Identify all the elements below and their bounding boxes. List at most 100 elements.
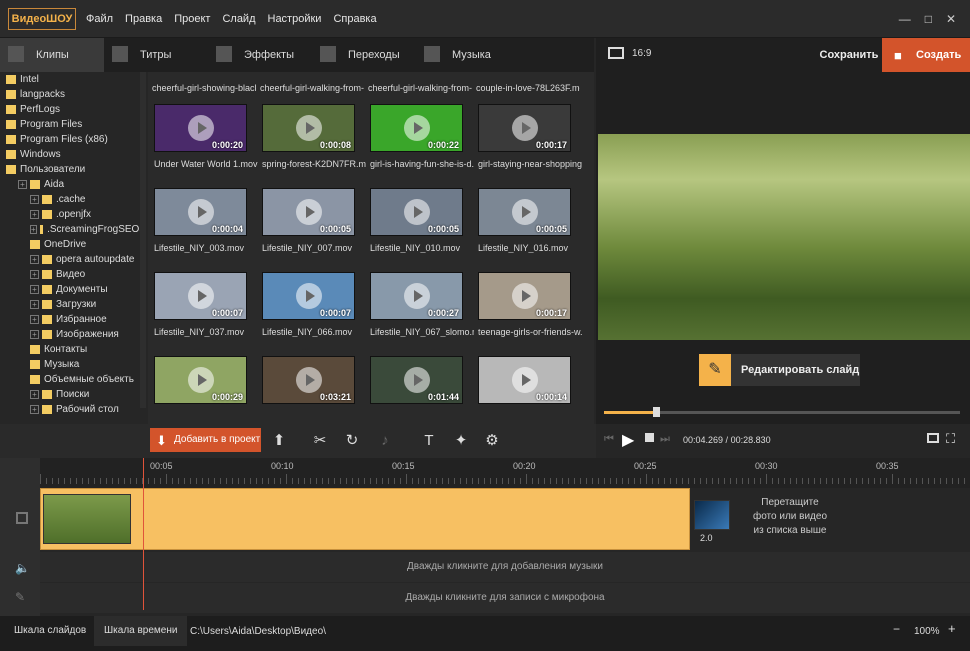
tab-slide-timeline[interactable]: Шкала слайдов [4,616,96,646]
tree-item[interactable]: langpacks [0,87,146,102]
play-icon[interactable] [512,199,538,225]
expand-icon[interactable]: + [30,270,39,279]
clip-item[interactable]: 0:03:21 [262,356,362,411]
play-icon[interactable] [188,115,214,141]
clip-thumbnail[interactable]: 0:00:27 [370,272,463,320]
tree-item[interactable]: Program Files (x86) [0,132,146,147]
tree-item[interactable]: + opera autoupdate [0,252,146,267]
tab-time-timeline[interactable]: Шкала времени [94,616,188,646]
clip-thumbnail[interactable]: 0:00:07 [262,272,355,320]
tree-item[interactable]: Windows [0,147,146,162]
expand-icon[interactable]: + [30,210,39,219]
expand-icon[interactable]: + [30,405,39,414]
tree-item[interactable]: Intel [0,72,146,87]
play-icon[interactable]: ▶ [622,430,634,450]
play-icon[interactable] [512,367,538,393]
magic-wand-icon[interactable]: ✦ [452,432,470,450]
aspect-ratio[interactable]: 16:9 [632,48,651,59]
prev-icon[interactable]: ⏮ [604,433,614,446]
tree-item[interactable]: + Загрузки [0,297,146,312]
playhead[interactable] [143,458,144,610]
mic-track[interactable]: Дважды кликните для записи с микрофона [40,583,970,613]
video-track[interactable] [40,488,690,550]
tree-item[interactable]: + Изображения [0,327,146,342]
play-icon[interactable] [512,283,538,309]
tree-item[interactable]: + .openjfx [0,207,146,222]
play-icon[interactable] [296,199,322,225]
tree-item[interactable]: OneDrive [0,237,146,252]
close-icon[interactable]: ✕ [946,12,956,26]
clip-item[interactable]: 0:00:29 [154,356,254,411]
tree-item[interactable]: + .cache [0,192,146,207]
tree-item[interactable]: + .ScreamingFrogSEOS [0,222,146,237]
clip-thumbnail[interactable]: 0:01:44 [370,356,463,404]
clip-thumbnail[interactable] [43,494,131,544]
play-icon[interactable] [404,115,430,141]
expand-icon[interactable]: + [30,225,37,234]
clip-item[interactable]: 0:00:04 Lifestile_NIY_003.mov [154,188,254,253]
play-icon[interactable] [404,367,430,393]
expand-icon[interactable]: + [30,300,39,309]
play-icon[interactable] [296,367,322,393]
tree-item[interactable]: + Aida [0,177,146,192]
clip-thumbnail[interactable]: 0:03:21 [262,356,355,404]
play-icon[interactable] [404,199,430,225]
clip-thumbnail[interactable]: 0:00:05 [478,188,571,236]
expand-icon[interactable]: + [30,390,39,399]
tree-item[interactable]: Пользователи [0,162,146,177]
clip-item[interactable]: 0:01:44 [370,356,470,411]
expand-icon[interactable]: + [30,285,39,294]
clip-item[interactable]: 0:00:07 Lifestile_NIY_037.mov [154,272,254,337]
tree-item[interactable]: Объемные объекть [0,372,146,387]
tree-item[interactable]: + Видео [0,267,146,282]
clip-thumbnail[interactable]: 0:00:17 [478,272,571,320]
menu-item[interactable]: Правка [125,13,162,25]
fullscreen-icon[interactable]: ⛶ [946,431,955,447]
zoom-in-icon[interactable]: + [948,621,956,636]
expand-icon[interactable]: + [30,330,39,339]
next-icon[interactable]: ⏭ [660,433,670,446]
clip-thumbnail[interactable]: 0:00:14 [478,356,571,404]
clip-thumbnail[interactable]: 0:00:17 [478,104,571,152]
clip-thumbnail[interactable]: 0:00:08 [262,104,355,152]
clip-item[interactable]: 0:00:27 Lifestile_NIY_067_slomo.mov [370,272,474,337]
clip-thumbnail[interactable]: 0:00:07 [154,272,247,320]
maximize-icon[interactable]: □ [925,12,932,26]
clip-item[interactable]: 0:00:07 Lifestile_NIY_066.mov [262,272,362,337]
tree-item[interactable]: PerfLogs [0,102,146,117]
zoom-out-icon[interactable]: − [893,622,900,636]
clip-item[interactable]: 0:00:17 teenage-girls-or-friends-w... [478,272,582,337]
clip-thumbnail[interactable]: 0:00:29 [154,356,247,404]
text-icon[interactable]: T [420,432,438,450]
mute-icon[interactable]: ♪ [376,432,394,450]
tab-transitions[interactable]: Переходы [312,38,416,72]
expand-icon[interactable]: + [30,255,39,264]
expand-icon[interactable]: + [30,315,39,324]
seek-handle[interactable] [653,407,660,417]
settings-gear-icon[interactable]: ⚙ [483,432,501,450]
play-icon[interactable] [296,115,322,141]
menu-item[interactable]: Справка [333,13,376,25]
cut-icon[interactable]: ✂ [311,432,329,450]
stop-icon[interactable] [645,433,654,442]
clip-thumbnail[interactable]: 0:00:05 [370,188,463,236]
play-icon[interactable] [296,283,322,309]
clip-thumbnail[interactable]: 0:00:20 [154,104,247,152]
menu-item[interactable]: Проект [174,13,210,25]
clip-item[interactable]: 0:00:22 girl-is-having-fun-she-is-d... [370,104,474,169]
clip-item[interactable]: 0:00:08 spring-forest-K2DN7FR.mp4 [262,104,366,169]
snapshot-icon[interactable] [927,433,939,443]
tree-item[interactable]: + Рабочий стол [0,402,146,417]
clip-item[interactable]: 0:00:17 girl-staying-near-shopping... [478,104,582,169]
clip-item[interactable]: 0:00:05 Lifestile_NIY_007.mov [262,188,362,253]
tree-item[interactable]: + Поиски [0,387,146,402]
play-icon[interactable] [404,283,430,309]
clip-item[interactable]: 0:00:20 Under Water World 1.mov [154,104,258,169]
menu-item[interactable]: Файл [86,13,113,25]
clip-thumbnail[interactable]: 0:00:05 [262,188,355,236]
move-up-icon[interactable]: ⬆ [270,432,288,450]
tab-music[interactable]: Музыка [416,38,520,72]
tab-titles[interactable]: Титры [104,38,208,72]
tree-item[interactable]: + Документы [0,282,146,297]
transition-thumbnail[interactable] [694,500,730,530]
